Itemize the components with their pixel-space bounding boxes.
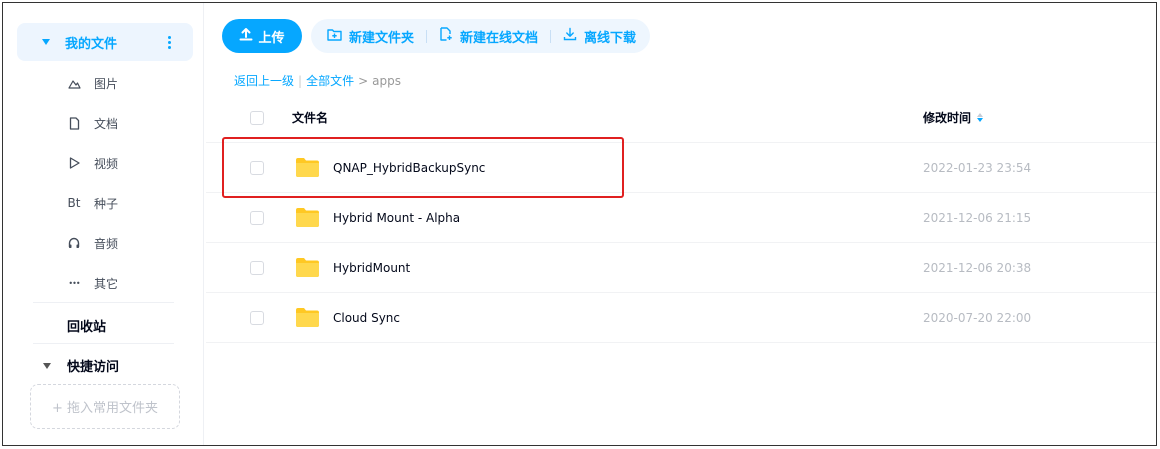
- offline-download-label: 离线下载: [584, 30, 637, 46]
- folder-icon: [296, 208, 319, 227]
- divider: [33, 302, 174, 303]
- column-header-modified-label: 修改时间: [923, 111, 972, 125]
- row-checkbox[interactable]: [250, 260, 264, 275]
- offline-download-button[interactable]: 离线下载: [551, 27, 636, 46]
- sidebar-item-other[interactable]: ••• 其它: [67, 273, 118, 293]
- divider: [33, 343, 174, 344]
- breadcrumb-separator: |: [298, 73, 303, 88]
- download-icon: [563, 27, 577, 45]
- file-modified-time: 2022-01-23 23:54: [923, 160, 1032, 175]
- table-row[interactable]: Hybrid Mount - Alpha 2021-12-06 21:15: [206, 193, 1156, 243]
- file-modified-time: 2020-07-20 22:00: [923, 310, 1032, 325]
- new-online-doc-label: 新建在线文档: [460, 30, 539, 46]
- select-all-checkbox[interactable]: [250, 110, 264, 125]
- sidebar-item-recycle-bin[interactable]: 回收站: [67, 316, 106, 335]
- document-icon: [67, 116, 81, 130]
- toolbar: 上传 新建文件夹 新建在线文档 离线下载: [222, 19, 651, 53]
- highlight-box: [222, 137, 624, 198]
- breadcrumb-all-files[interactable]: 全部文件: [306, 72, 354, 89]
- file-name[interactable]: Hybrid Mount - Alpha: [333, 211, 460, 225]
- sidebar-my-files[interactable]: 我的文件: [17, 23, 193, 61]
- column-header-modified[interactable]: 修改时间: [923, 109, 984, 126]
- file-modified-time: 2021-12-06 21:15: [923, 210, 1032, 225]
- upload-label: 上传: [258, 30, 285, 46]
- row-checkbox[interactable]: [250, 210, 264, 225]
- sidebar-item-label: 音频: [94, 236, 119, 251]
- new-folder-button[interactable]: 新建文件夹: [325, 27, 426, 46]
- upload-icon: [239, 27, 253, 45]
- row-checkbox[interactable]: [250, 310, 264, 325]
- new-folder-label: 新建文件夹: [349, 30, 415, 46]
- torrent-icon: Bt: [67, 196, 81, 210]
- folder-icon: [296, 258, 319, 277]
- folder-plus-icon: [327, 28, 342, 45]
- doc-plus-icon: [439, 27, 453, 45]
- breadcrumb-back[interactable]: 返回上一级: [234, 72, 294, 89]
- breadcrumb: 返回上一级 | 全部文件 > apps: [234, 72, 401, 89]
- table-row[interactable]: Cloud Sync 2020-07-20 22:00: [206, 293, 1156, 343]
- video-icon: [67, 157, 81, 169]
- sidebar: 我的文件 图片 文档 视频 Bt 种子 音频 ••• 其它 回收站 快捷访问 +…: [3, 3, 204, 445]
- sidebar-item-label: 文档: [94, 116, 119, 131]
- sidebar-item-label: 图片: [94, 76, 119, 91]
- sidebar-my-files-label: 我的文件: [65, 36, 118, 52]
- caret-down-icon[interactable]: [42, 39, 50, 45]
- headphones-icon: [67, 237, 81, 249]
- more-icon: •••: [68, 278, 80, 288]
- breadcrumb-arrow: >: [358, 73, 369, 88]
- sidebar-item-label: 视频: [94, 156, 119, 171]
- sidebar-item-torrents[interactable]: Bt 种子: [67, 193, 118, 213]
- sidebar-item-documents[interactable]: 文档: [67, 113, 118, 133]
- image-icon: [67, 78, 81, 89]
- upload-button[interactable]: 上传: [222, 19, 302, 53]
- sidebar-item-audio[interactable]: 音频: [67, 233, 118, 253]
- quick-access-label: 快捷访问: [67, 360, 120, 375]
- sidebar-item-videos[interactable]: 视频: [67, 153, 118, 173]
- column-header-name[interactable]: 文件名: [292, 109, 328, 126]
- sidebar-item-label: 其它: [94, 276, 119, 291]
- app-window: 我的文件 图片 文档 视频 Bt 种子 音频 ••• 其它 回收站 快捷访问 +…: [2, 2, 1157, 446]
- file-name[interactable]: Cloud Sync: [333, 311, 400, 325]
- table-header: 文件名 修改时间: [206, 93, 1156, 143]
- sidebar-item-label: 种子: [94, 196, 119, 211]
- folder-icon: [296, 308, 319, 327]
- toolbar-button-group: 新建文件夹 新建在线文档 离线下载: [311, 19, 651, 53]
- sidebar-quick-access[interactable]: 快捷访问: [43, 356, 119, 375]
- sidebar-item-images[interactable]: 图片: [67, 73, 118, 93]
- more-vertical-icon[interactable]: [168, 36, 171, 49]
- file-table: 文件名 修改时间 QNAP_HybridBackupSync 2022-01-2…: [206, 93, 1156, 343]
- file-modified-time: 2021-12-06 20:38: [923, 260, 1032, 275]
- caret-down-icon[interactable]: [43, 362, 51, 369]
- table-row[interactable]: HybridMount 2021-12-06 20:38: [206, 243, 1156, 293]
- drop-zone[interactable]: + 拖入常用文件夹: [30, 384, 180, 429]
- breadcrumb-current: apps: [372, 73, 401, 88]
- sort-icon[interactable]: [977, 113, 984, 122]
- new-online-doc-button[interactable]: 新建在线文档: [427, 27, 550, 46]
- file-name[interactable]: HybridMount: [333, 261, 410, 275]
